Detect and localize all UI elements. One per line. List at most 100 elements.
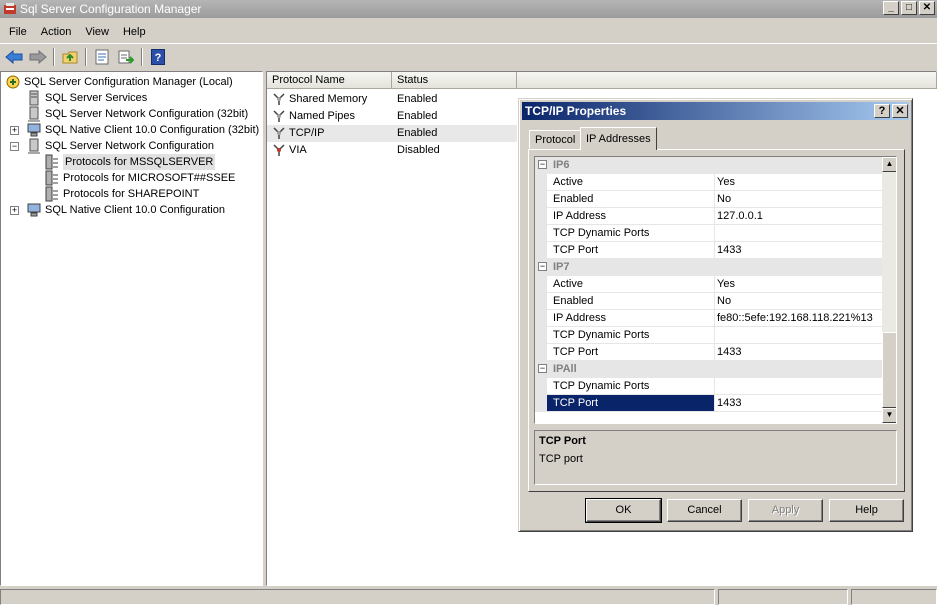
property-row-selected[interactable]: TCP Port 1433	[535, 395, 882, 412]
back-arrow-icon[interactable]	[3, 46, 25, 68]
property-category-ip7[interactable]: − IP7	[535, 259, 882, 276]
list-item-named-pipes[interactable]: Named Pipes Enabled	[267, 108, 517, 125]
maximize-button[interactable]: □	[901, 1, 917, 15]
property-row[interactable]: Enabled No	[535, 293, 882, 310]
close-button[interactable]: ✕	[919, 1, 935, 15]
collapse-icon[interactable]: −	[538, 364, 547, 373]
property-row[interactable]: TCP Dynamic Ports	[535, 327, 882, 344]
server-icon	[29, 90, 39, 106]
svg-text:?: ?	[155, 52, 162, 64]
tree-item-sql-server-services[interactable]: SQL Server Services	[26, 90, 147, 106]
property-label: TCP Dynamic Ports	[547, 327, 715, 344]
tree-item-native-client[interactable]: SQL Native Client 10.0 Configuration	[26, 202, 225, 218]
property-value[interactable]: No	[715, 191, 882, 208]
config-manager-icon	[6, 75, 20, 89]
protocol-name: Named Pipes	[289, 110, 356, 122]
scroll-up-icon[interactable]: ▲	[882, 157, 896, 172]
protocol-icon	[273, 127, 285, 139]
protocol-name: VIA	[289, 144, 307, 156]
toolbar-separator	[85, 48, 87, 66]
property-category-ipall[interactable]: − IPAll	[535, 361, 882, 378]
property-value[interactable]: fe80::5efe:192.168.118.221%13	[715, 310, 882, 327]
description-title: TCP Port	[539, 435, 586, 447]
property-row[interactable]: Active Yes	[535, 174, 882, 191]
list-item-tcp-ip[interactable]: TCP/IP Enabled	[267, 125, 517, 142]
column-header-protocol-name[interactable]: Protocol Name	[267, 72, 392, 89]
dialog-close-button[interactable]: ✕	[892, 104, 908, 118]
ok-button[interactable]: OK	[585, 498, 662, 523]
tree-item-label: Protocols for SHAREPOINT	[63, 188, 200, 200]
list-item-via[interactable]: VIA Disabled	[267, 142, 517, 159]
tree-item-protocols-mssqlserver[interactable]: Protocols for MSSQLSERVER	[44, 154, 216, 170]
property-row[interactable]: TCP Dynamic Ports	[535, 225, 882, 242]
forward-arrow-icon[interactable]	[27, 46, 49, 68]
protocol-status: Enabled	[397, 93, 438, 105]
property-value[interactable]: No	[715, 293, 882, 310]
property-value[interactable]: 127.0.0.1	[715, 208, 882, 225]
property-value[interactable]: 1433	[715, 344, 882, 361]
column-header-status[interactable]: Status	[392, 72, 517, 89]
property-row[interactable]: TCP Port 1433	[535, 242, 882, 259]
tab-ip-addresses[interactable]: IP Addresses	[580, 127, 657, 150]
window-title: Sql Server Configuration Manager	[20, 2, 202, 16]
property-label: TCP Port	[547, 242, 715, 259]
tree-item-network-config-32bit[interactable]: SQL Server Network Configuration (32bit)	[26, 106, 248, 122]
property-value[interactable]	[715, 327, 882, 344]
help-button[interactable]: Help	[829, 499, 904, 522]
expand-icon[interactable]: +	[10, 126, 19, 135]
up-folder-icon[interactable]	[59, 46, 81, 68]
menu-view[interactable]: View	[79, 26, 115, 38]
property-value[interactable]	[715, 378, 882, 395]
expand-icon[interactable]: +	[10, 206, 19, 215]
toolbar-separator	[141, 48, 143, 66]
tcp-port-input[interactable]: 1433	[715, 395, 882, 412]
property-row[interactable]: Active Yes	[535, 276, 882, 293]
apply-button[interactable]: Apply	[748, 499, 823, 522]
scroll-thumb[interactable]	[882, 332, 896, 408]
tree-root[interactable]: SQL Server Configuration Manager (Local)	[5, 74, 233, 90]
menu-action[interactable]: Action	[35, 26, 78, 38]
property-label: Active	[547, 174, 715, 191]
scroll-down-icon[interactable]: ▼	[882, 408, 896, 423]
list-item-shared-memory[interactable]: Shared Memory Enabled	[267, 91, 517, 108]
minimize-button[interactable]: _	[883, 1, 899, 15]
column-header-empty	[517, 72, 937, 89]
property-value[interactable]: 1433	[715, 242, 882, 259]
cancel-button[interactable]: Cancel	[667, 499, 742, 522]
status-panel-main	[0, 589, 715, 605]
collapse-icon[interactable]: −	[538, 262, 547, 271]
collapse-icon[interactable]: −	[538, 160, 547, 169]
vertical-scrollbar[interactable]: ▲ ▼	[882, 157, 896, 423]
properties-icon[interactable]	[91, 46, 113, 68]
menu-help[interactable]: Help	[117, 26, 152, 38]
tree-item-protocols-sharepoint[interactable]: Protocols for SHAREPOINT	[44, 186, 199, 202]
property-value[interactable]: Yes	[715, 276, 882, 293]
property-row[interactable]: IP Address 127.0.0.1	[535, 208, 882, 225]
property-grid: − IP6 Active Yes Enabled No IP Address 127.0…	[534, 156, 897, 424]
property-label: Enabled	[547, 191, 715, 208]
dialog-help-button[interactable]: ?	[874, 104, 890, 118]
category-label: IP7	[553, 261, 570, 273]
menu-file[interactable]: File	[3, 26, 33, 38]
property-label: IP Address	[547, 310, 715, 327]
protocol-name: TCP/IP	[289, 127, 325, 139]
property-value[interactable]: Yes	[715, 174, 882, 191]
export-list-icon[interactable]	[115, 46, 137, 68]
tree-root-label: SQL Server Configuration Manager (Local)	[24, 76, 233, 88]
collapse-icon[interactable]: −	[10, 142, 19, 151]
tree-item-native-client-32bit[interactable]: SQL Native Client 10.0 Configuration (32…	[26, 122, 259, 138]
protocols-icon	[45, 170, 58, 186]
property-row[interactable]: TCP Dynamic Ports	[535, 378, 882, 395]
tab-protocol[interactable]: Protocol	[529, 130, 582, 149]
dialog-title: TCP/IP Properties	[525, 104, 627, 118]
property-category-ip6[interactable]: − IP6	[535, 157, 882, 174]
property-value[interactable]	[715, 225, 882, 242]
property-label: Active	[547, 276, 715, 293]
property-row[interactable]: IP Address fe80::5efe:192.168.118.221%13	[535, 310, 882, 327]
property-row[interactable]: TCP Port 1433	[535, 344, 882, 361]
tree-item-protocols-microsoft-ssee[interactable]: Protocols for MICROSOFT##SSEE	[44, 170, 235, 186]
help-icon[interactable]: ?	[147, 46, 169, 68]
tree-item-network-config[interactable]: SQL Server Network Configuration	[26, 138, 214, 154]
property-row[interactable]: Enabled No	[535, 191, 882, 208]
menu-bar: File Action View Help	[0, 22, 154, 42]
